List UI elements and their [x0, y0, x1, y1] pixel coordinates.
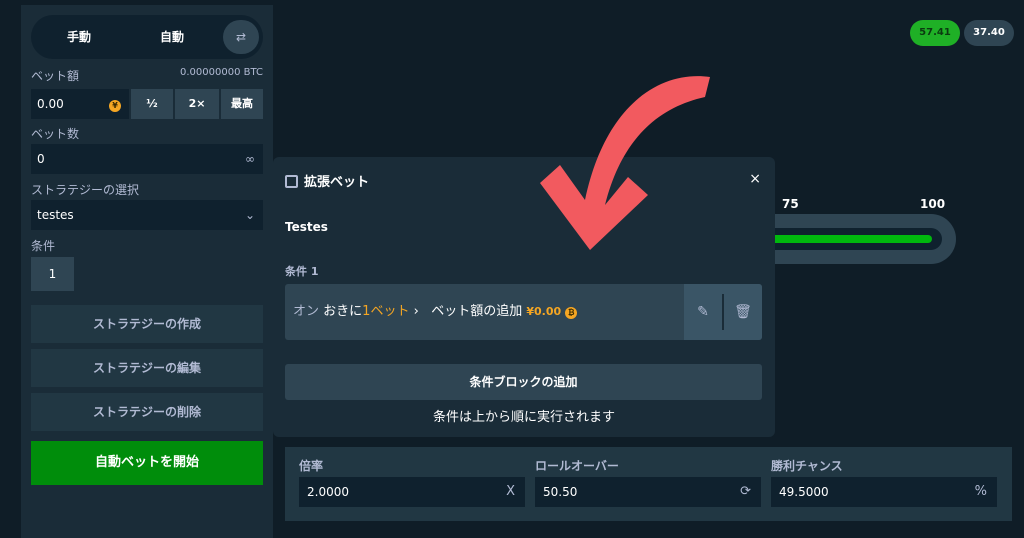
balance-text: 0.00000000 BTC — [180, 67, 263, 78]
currency-coin-icon: ¥ — [109, 100, 121, 112]
condition-block[interactable]: オン おきに1ベット › ベット額の追加 ¥0.00 ₿ ✎ 🗑 — [285, 284, 762, 340]
edit-strategy-button[interactable]: ストラテジーの編集 — [31, 349, 263, 387]
roll-slider[interactable] — [760, 214, 956, 264]
auto-mode-tab[interactable]: 自動 — [127, 21, 217, 53]
slider-mark-100: 100 — [920, 197, 946, 211]
rollover-input[interactable]: 50.50 ⟳ — [535, 477, 761, 507]
condition-summary: オン おきに1ベット › ベット額の追加 ¥0.00 ₿ — [293, 284, 578, 340]
double-bet-button[interactable]: 2× — [175, 89, 219, 119]
bet-count-input[interactable]: 0 ∞ — [31, 144, 263, 174]
start-autobet-button[interactable]: 自動ベットを開始 — [31, 441, 263, 485]
slider-mark-75: 75 — [782, 197, 799, 211]
calculator-icon — [285, 175, 298, 188]
condition-label: 条件 — [31, 239, 56, 253]
condition-on-text: オン — [293, 304, 320, 319]
bet-amount-value: 0.00 — [37, 97, 64, 111]
bet-control-panel: 手動 自動 ⇄ ベット額 0.00000000 BTC 0.00 ¥ ½ 2× … — [21, 5, 273, 538]
bet-count-label: ベット数 — [31, 127, 80, 141]
modal-title: 拡張ベット — [304, 175, 370, 190]
trash-icon[interactable]: 🗑 — [724, 284, 762, 340]
refresh-icon[interactable]: ⟳ — [740, 477, 751, 507]
win-chance-label: 勝利チャンス — [771, 459, 843, 473]
bet-settings-panel: 倍率 2.0000 X ロールオーバー 50.50 ⟳ 勝利チャンス 49.50… — [285, 447, 1012, 521]
bet-amount-label: ベット額 — [31, 69, 80, 83]
bet-count-value: 0 — [37, 152, 45, 166]
arrows-swap-icon[interactable]: ⇄ — [223, 20, 259, 54]
close-icon[interactable]: × — [749, 171, 761, 187]
condition-every-text: おきに — [323, 304, 363, 319]
create-strategy-button[interactable]: ストラテジーの作成 — [31, 305, 263, 343]
slider-win-range — [760, 235, 932, 243]
strategy-select-label: ストラテジーの選択 — [31, 183, 140, 197]
execution-order-note: 条件は上から順に実行されます — [432, 410, 615, 425]
condition-actions: ✎ 🗑 — [684, 284, 762, 340]
modal-header: 拡張ベット — [285, 171, 369, 190]
condition-index-button[interactable]: 1 — [31, 257, 74, 291]
strategy-select-value: testes — [37, 208, 74, 222]
win-chance-value: 49.5000 — [779, 485, 829, 499]
rollover-value: 50.50 — [543, 485, 578, 499]
bet-amount-input[interactable]: 0.00 ¥ — [31, 89, 129, 119]
strategy-name: Testes — [285, 220, 328, 234]
bet-amount-label-row: ベット額 0.00000000 BTC — [31, 67, 263, 84]
currency-coin-icon: ₿ — [565, 307, 578, 319]
condition-heading: 条件 1 — [285, 265, 319, 278]
percent-icon: % — [974, 484, 987, 499]
history-result-win[interactable]: 57.41 — [910, 20, 960, 46]
max-bet-button[interactable]: 最高 — [221, 89, 263, 119]
condition-action-text: ベット額の追加 — [431, 304, 523, 319]
slider-inner-track — [760, 228, 942, 250]
multiplier-value: 2.0000 — [307, 485, 349, 499]
chevron-right-icon: › — [413, 304, 419, 319]
win-chance-input[interactable]: 49.5000 % — [771, 477, 997, 507]
multiplier-label: 倍率 — [299, 459, 324, 473]
annotation-arrow-icon — [540, 76, 710, 250]
bet-mode-toggle: 手動 自動 ⇄ — [31, 15, 263, 59]
infinity-icon[interactable]: ∞ — [245, 144, 255, 174]
add-condition-block-button[interactable]: 条件ブロックの追加 — [285, 364, 762, 400]
chevron-down-icon: ⌄ — [244, 208, 255, 222]
delete-strategy-button[interactable]: ストラテジーの削除 — [31, 393, 263, 431]
condition-count-text: 1ベット — [362, 304, 410, 319]
condition-amount: ¥0.00 — [526, 305, 562, 318]
pencil-icon[interactable]: ✎ — [684, 284, 722, 340]
manual-mode-tab[interactable]: 手動 — [39, 21, 119, 53]
history-result-other[interactable]: 37.40 — [964, 20, 1014, 46]
multiplier-input[interactable]: 2.0000 X — [299, 477, 525, 507]
rollover-label: ロールオーバー — [535, 459, 619, 473]
half-bet-button[interactable]: ½ — [131, 89, 173, 119]
strategy-select[interactable]: testes ⌄ — [31, 200, 263, 230]
multiplier-x-icon: X — [506, 484, 515, 499]
